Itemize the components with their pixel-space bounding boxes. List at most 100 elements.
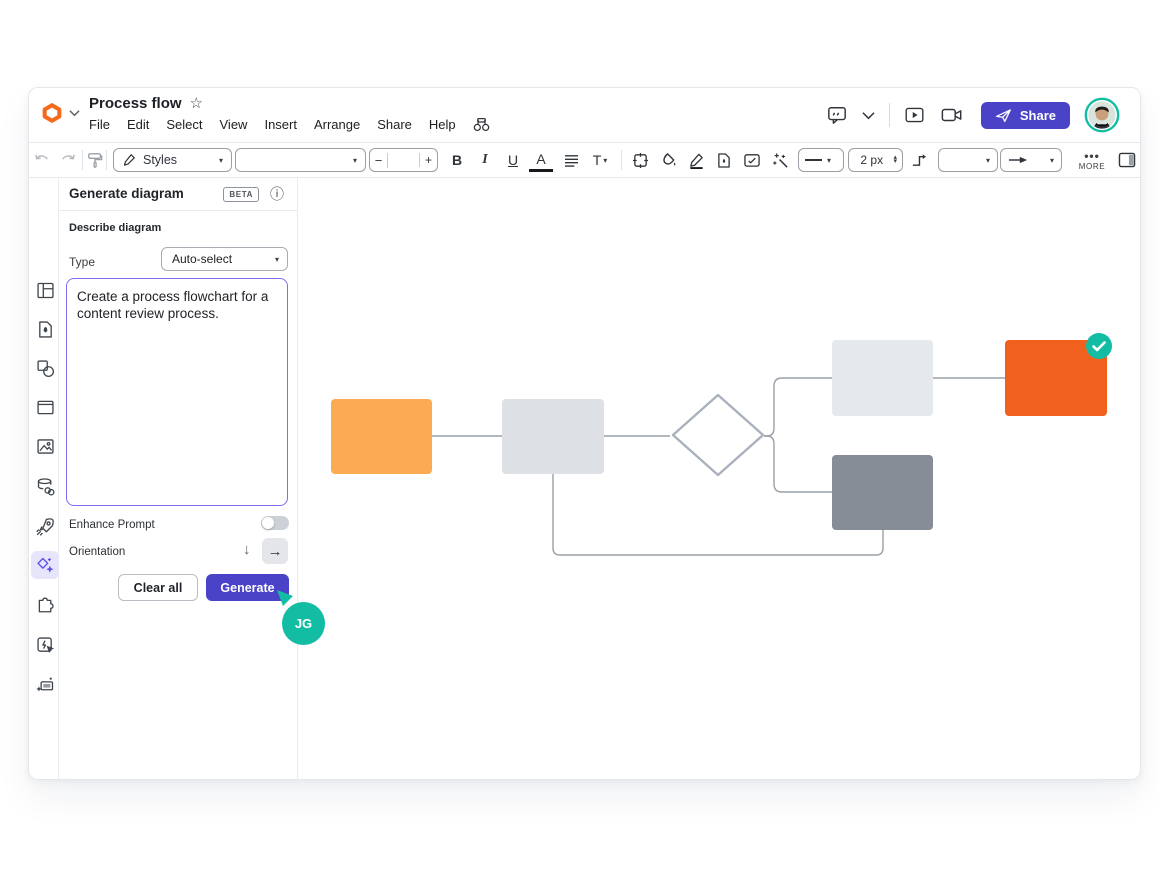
orientation-horizontal-button[interactable]: → bbox=[262, 538, 288, 564]
bold-button[interactable]: B bbox=[445, 143, 469, 177]
clear-all-button[interactable]: Clear all bbox=[118, 574, 198, 601]
chevron-down-icon: ▾ bbox=[827, 156, 831, 165]
connector-type-icon[interactable] bbox=[907, 143, 931, 177]
data-linking-icon[interactable] bbox=[31, 472, 59, 500]
flow-node-step[interactable] bbox=[502, 399, 604, 474]
flow-node-start[interactable] bbox=[331, 399, 432, 474]
share-button[interactable]: Share bbox=[981, 102, 1070, 129]
font-size-stepper[interactable]: − + bbox=[369, 148, 438, 172]
collaborator-cursor: JG bbox=[275, 589, 335, 649]
lucid-logo-icon[interactable] bbox=[41, 102, 63, 124]
font-dropdown[interactable]: ▾ bbox=[235, 148, 366, 172]
enhance-prompt-toggle[interactable] bbox=[261, 516, 289, 530]
present-icon[interactable] bbox=[904, 106, 925, 124]
shadow-icon[interactable] bbox=[712, 143, 736, 177]
menu-file[interactable]: File bbox=[89, 117, 110, 132]
chevron-down-icon: ▾ bbox=[353, 156, 357, 165]
line-endpoint-end-dropdown[interactable]: ▾ bbox=[1000, 148, 1062, 172]
more-tools-button[interactable]: ••• MORE bbox=[1074, 143, 1110, 177]
panel-title: Generate diagram bbox=[69, 186, 184, 201]
document-title[interactable]: Process flow bbox=[89, 95, 182, 112]
line-color-icon[interactable] bbox=[684, 143, 708, 177]
flow-node-decision[interactable] bbox=[670, 392, 766, 478]
chevron-down-icon[interactable] bbox=[69, 109, 80, 117]
more-label: MORE bbox=[1079, 163, 1105, 171]
menu-select[interactable]: Select bbox=[166, 117, 202, 132]
image-icon[interactable] bbox=[31, 432, 59, 460]
line-endpoint-start-dropdown[interactable]: ▾ bbox=[938, 148, 998, 172]
menu-view[interactable]: View bbox=[220, 117, 248, 132]
comments-chevron-icon[interactable] bbox=[862, 111, 875, 120]
plugin-icon[interactable] bbox=[31, 592, 59, 620]
quick-actions-icon[interactable] bbox=[31, 631, 59, 659]
layout-panels-icon[interactable] bbox=[31, 276, 59, 304]
menu-help[interactable]: Help bbox=[429, 117, 456, 132]
styles-dropdown[interactable]: Styles ▾ bbox=[113, 148, 232, 172]
chevron-down-icon: ▾ bbox=[986, 156, 990, 165]
video-camera-icon[interactable] bbox=[941, 107, 963, 123]
menu-edit[interactable]: Edit bbox=[127, 117, 149, 132]
describe-diagram-label: Describe diagram bbox=[69, 222, 161, 234]
header: Process flow ☆ File Edit Select View Ins… bbox=[29, 88, 1140, 142]
info-icon[interactable]: ⓘ bbox=[270, 184, 284, 204]
toolbar-divider bbox=[106, 150, 107, 170]
font-size-decrease-button[interactable]: − bbox=[370, 153, 388, 168]
notes-icon[interactable] bbox=[740, 143, 764, 177]
ai-generate-icon[interactable] bbox=[31, 551, 59, 579]
toolbar-divider bbox=[82, 150, 83, 170]
toggle-knob bbox=[262, 517, 274, 529]
fill-color-icon[interactable] bbox=[656, 143, 680, 177]
find-binoculars-icon[interactable] bbox=[473, 117, 490, 132]
ellipsis-icon: ••• bbox=[1084, 150, 1100, 162]
flow-node-branch-top[interactable] bbox=[832, 340, 933, 416]
header-divider bbox=[889, 103, 890, 127]
prompt-textarea[interactable]: Create a process flowchart for a content… bbox=[66, 278, 288, 506]
text-align-icon[interactable] bbox=[559, 143, 583, 177]
right-panel-toggle-icon[interactable] bbox=[1115, 143, 1139, 177]
magic-wand-icon[interactable] bbox=[768, 143, 792, 177]
chevron-down-icon: ▾ bbox=[275, 255, 279, 264]
decrease-width-icon[interactable]: ▾ bbox=[893, 160, 897, 164]
line-style-dropdown[interactable]: ▾ bbox=[798, 148, 844, 172]
share-button-label: Share bbox=[1020, 108, 1056, 123]
chevron-down-icon: ▾ bbox=[219, 156, 223, 165]
panel-divider bbox=[59, 210, 297, 211]
select-area-icon[interactable] bbox=[628, 143, 652, 177]
canvas[interactable] bbox=[299, 178, 1140, 779]
toolbar-divider bbox=[621, 150, 622, 170]
connectors bbox=[299, 178, 1140, 779]
underline-button[interactable]: U bbox=[501, 143, 525, 177]
type-select[interactable]: Auto-select ▾ bbox=[161, 247, 288, 271]
success-check-badge bbox=[1086, 333, 1112, 359]
redo-icon[interactable] bbox=[57, 143, 79, 177]
text-color-button[interactable]: A bbox=[529, 148, 553, 172]
favorite-star-icon[interactable]: ☆ bbox=[190, 96, 203, 111]
frame-icon[interactable] bbox=[31, 393, 59, 421]
enhance-prompt-label: Enhance Prompt bbox=[69, 519, 155, 531]
collaborator-badge: JG bbox=[282, 602, 325, 645]
present-slides-icon[interactable] bbox=[31, 670, 59, 698]
orientation-vertical-button[interactable]: ↓ bbox=[243, 541, 251, 558]
rocket-icon[interactable] bbox=[31, 512, 59, 540]
user-avatar[interactable] bbox=[1084, 97, 1120, 133]
styles-dropdown-label: Styles bbox=[143, 153, 177, 167]
chevron-down-icon: ▾ bbox=[1050, 156, 1054, 165]
shapes-icon[interactable] bbox=[31, 354, 59, 382]
font-size-increase-button[interactable]: + bbox=[419, 153, 437, 167]
flow-node-branch-bottom[interactable] bbox=[832, 455, 933, 530]
orientation-label: Orientation bbox=[69, 546, 125, 558]
comments-icon[interactable] bbox=[826, 105, 848, 125]
menu-arrange[interactable]: Arrange bbox=[314, 117, 360, 132]
type-label: Type bbox=[69, 255, 95, 269]
generate-diagram-panel: Generate diagram BETA ⓘ Describe diagram… bbox=[59, 178, 298, 779]
menu-insert[interactable]: Insert bbox=[264, 117, 297, 132]
shape-library-icon[interactable] bbox=[31, 315, 59, 343]
format-painter-icon[interactable] bbox=[85, 143, 105, 177]
menu-share[interactable]: Share bbox=[377, 117, 412, 132]
text-options-dropdown[interactable]: T▾ bbox=[587, 143, 613, 177]
line-width-stepper[interactable]: 2 px ▴▾ bbox=[848, 148, 903, 172]
beta-badge: BETA bbox=[223, 187, 259, 202]
undo-icon[interactable] bbox=[31, 143, 53, 177]
app-window: Process flow ☆ File Edit Select View Ins… bbox=[28, 87, 1141, 780]
italic-button[interactable]: I bbox=[473, 143, 497, 177]
